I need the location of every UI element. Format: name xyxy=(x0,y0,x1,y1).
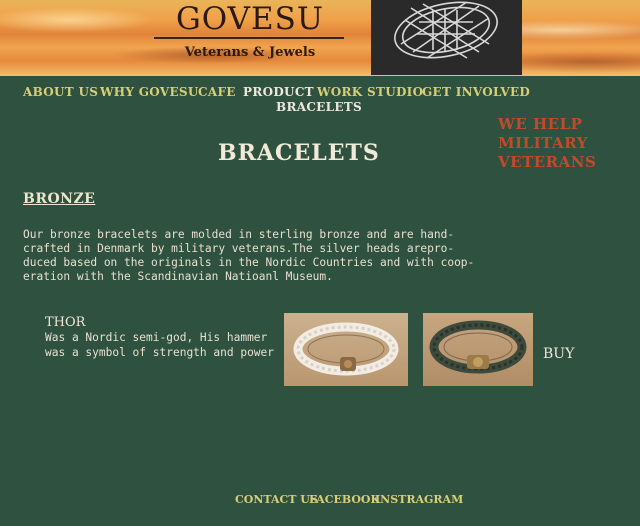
nav-subitem-bracelets[interactable]: BRACELETS xyxy=(276,100,362,114)
page-title: BRACELETS xyxy=(218,140,380,166)
help-line: MILITARY xyxy=(498,134,588,152)
section-title: BRONZE xyxy=(23,191,96,207)
bracelet-image xyxy=(293,322,399,376)
intro-text: Our bronze bracelets are molded in sterl… xyxy=(23,228,475,283)
brand[interactable]: GOVESU Veterans & Jewels xyxy=(150,1,350,60)
help-line: WE HELP xyxy=(498,115,583,133)
brand-name: GOVESU xyxy=(175,1,324,37)
site-header: GOVESU Veterans & Jewels xyxy=(0,0,640,76)
footer-link-contact[interactable]: CONTACT US xyxy=(235,493,318,506)
product-photo-light[interactable] xyxy=(284,313,408,386)
bracelet-image xyxy=(429,320,527,374)
brand-divider xyxy=(154,37,344,39)
product-photo-dark[interactable] xyxy=(423,313,533,386)
nav-item-about-us[interactable]: ABOUT US xyxy=(23,85,98,99)
nav-item-cafe[interactable]: CAFE xyxy=(198,85,236,99)
knot-logo xyxy=(371,0,522,75)
brand-tagline: Veterans & Jewels xyxy=(184,45,316,60)
help-line: VETERANS xyxy=(498,153,597,171)
help-veterans-banner: WE HELP MILITARY VETERANS xyxy=(498,115,618,172)
footer-link-instagram[interactable]: INSTRAGRAM xyxy=(375,493,463,506)
nav-item-why-govesu[interactable]: WHY GOVESU xyxy=(100,85,199,99)
product-name: THOR xyxy=(45,315,86,330)
footer-link-facebook[interactable]: FACEBOOK xyxy=(309,493,380,506)
site-footer: CONTACT US FACEBOOK INSTRAGRAM xyxy=(0,493,640,509)
nav-item-product[interactable]: PRODUCT xyxy=(243,85,314,99)
main-nav: ABOUT US WHY GOVESU CAFE PRODUCT WORK ST… xyxy=(0,85,640,117)
knot-logo-icon xyxy=(394,1,498,59)
nav-item-get-involved[interactable]: GET INVOLVED xyxy=(422,85,530,99)
nav-item-work-studio[interactable]: WORK STUDIO xyxy=(317,85,423,99)
product-description: Was a Nordic semi-god, His hammer was a … xyxy=(45,331,275,359)
buy-button[interactable]: BUY xyxy=(543,346,574,362)
